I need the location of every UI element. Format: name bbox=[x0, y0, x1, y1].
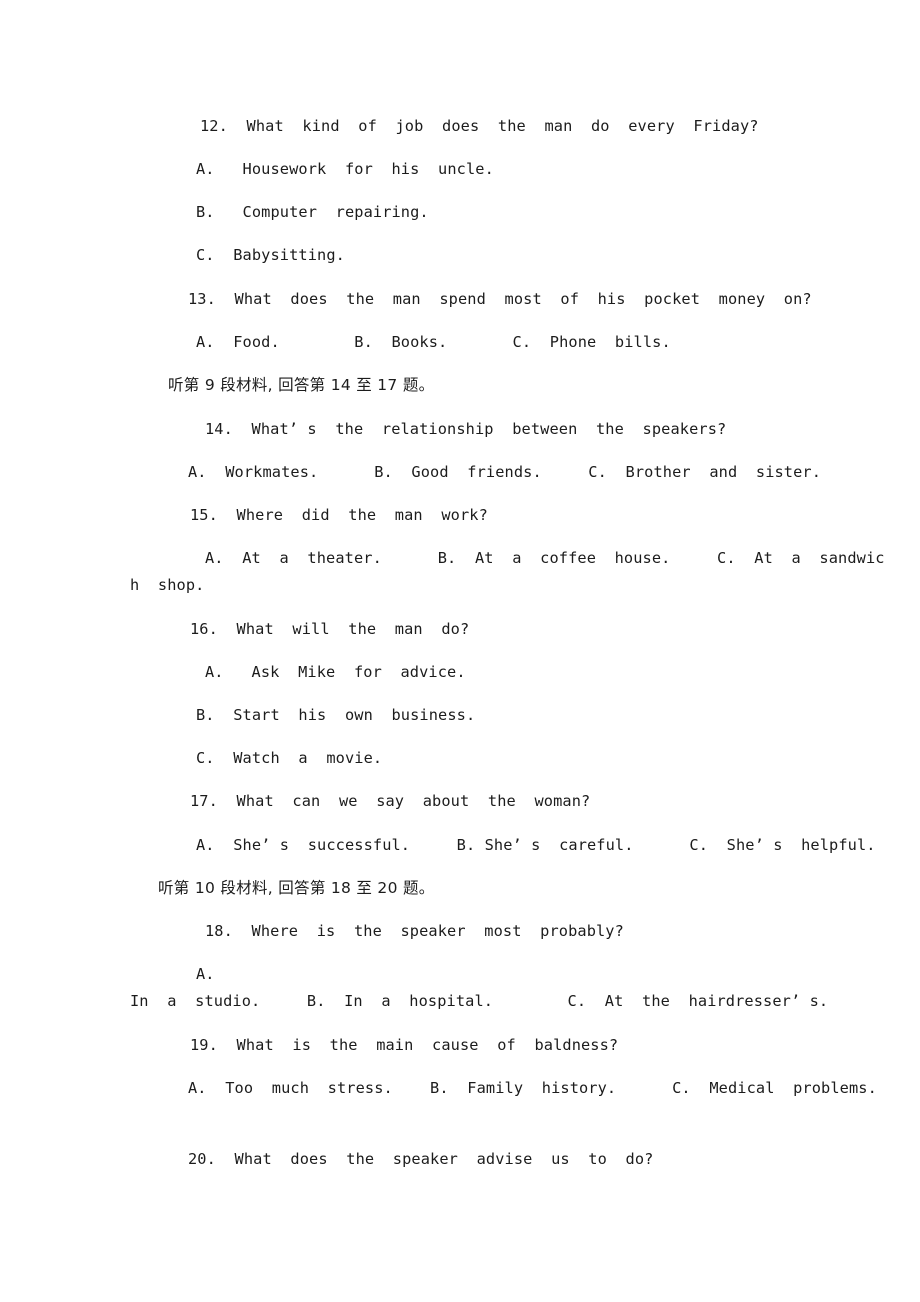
q14-options: A. Workmates. B. Good friends. C. Brothe… bbox=[188, 463, 822, 481]
section-10-instruction: 听第 10 段材料, 回答第 18 至 20 题。 bbox=[158, 879, 435, 897]
section-9-instruction: 听第 9 段材料, 回答第 14 至 17 题。 bbox=[168, 376, 435, 394]
q12-opt-c: C. Babysitting. bbox=[196, 246, 345, 264]
q12-opt-a: A. Housework for his uncle. bbox=[196, 160, 494, 178]
q15-stem: 15. Where did the man work? bbox=[190, 506, 488, 524]
q16-opt-c: C. Watch a movie. bbox=[196, 749, 383, 767]
q17-stem: 17. What can we say about the woman? bbox=[190, 792, 591, 810]
q18-opt-a-letter: A. bbox=[196, 965, 215, 983]
q19-stem: 19. What is the main cause of baldness? bbox=[190, 1036, 619, 1054]
q16-stem: 16. What will the man do? bbox=[190, 620, 470, 638]
q18-options-continuation: In a studio. B. In a hospital. C. At the… bbox=[130, 992, 829, 1010]
q17-options: A. She’ s successful. B. She’ s careful.… bbox=[196, 836, 876, 854]
q20-stem: 20. What does the speaker advise us to d… bbox=[188, 1150, 654, 1168]
q12-stem: 12. What kind of job does the man do eve… bbox=[200, 117, 759, 135]
q16-opt-b: B. Start his own business. bbox=[196, 706, 476, 724]
q13-stem: 13. What does the man spend most of his … bbox=[188, 290, 812, 308]
q12-opt-b: B. Computer repairing. bbox=[196, 203, 429, 221]
q13-options: A. Food. B. Books. C. Phone bills. bbox=[196, 333, 671, 351]
q19-options: A. Too much stress. B. Family history. C… bbox=[188, 1079, 877, 1097]
q18-stem: 18. Where is the speaker most probably? bbox=[205, 922, 624, 940]
q14-stem: 14. What’ s the relationship between the… bbox=[205, 420, 727, 438]
q15-options-line2: h shop. bbox=[130, 576, 205, 594]
exam-page: 12. What kind of job does the man do eve… bbox=[0, 0, 920, 1302]
q15-options-line1: A. At a theater. B. At a coffee house. C… bbox=[205, 549, 885, 567]
q16-opt-a: A. Ask Mike for advice. bbox=[205, 663, 466, 681]
